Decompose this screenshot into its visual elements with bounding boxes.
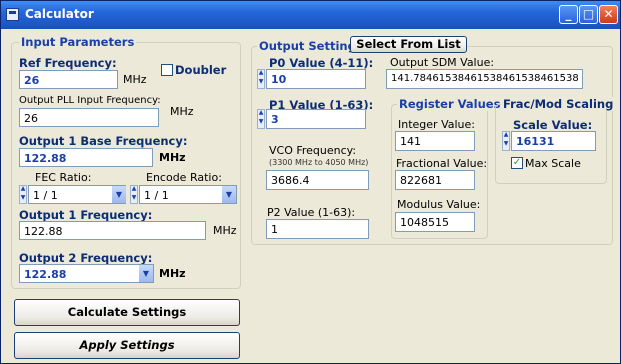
title-bar[interactable]: Calculator _ □ ✕ — [1, 1, 620, 29]
doubler-checkbox[interactable] — [161, 64, 173, 76]
ref-frequency-unit: MHz — [123, 73, 147, 86]
fractional-value: 822681 — [395, 170, 475, 190]
output-settings-title: Output Settings — [257, 39, 365, 53]
output1-frequency-label: Output 1 Frequency: — [19, 208, 153, 222]
select-from-list-button[interactable]: Select From List — [350, 36, 467, 53]
base-frequency-input[interactable]: 122.88 — [19, 148, 153, 167]
frac-mod-scaling-title: Frac/Mod Scaling — [501, 97, 616, 111]
calculate-settings-button[interactable]: Calculate Settings — [14, 299, 240, 326]
fec-ratio-dropdown-arrow[interactable]: ▼ — [111, 186, 126, 203]
modulus-value-label: Modulus Value: — [397, 198, 481, 211]
encode-ratio-label: Encode Ratio: — [146, 171, 222, 184]
scale-value-spinner[interactable]: ▲ ▼ — [502, 131, 510, 151]
register-values-title: Register Values — [397, 97, 503, 111]
fractional-value-label: Fractional Value: — [396, 157, 488, 170]
minimize-button[interactable]: _ — [559, 5, 578, 24]
ref-frequency-input[interactable]: 26 — [19, 70, 118, 89]
output1-frequency-unit: MHz — [213, 224, 237, 237]
scale-value-label: Scale Value: — [513, 118, 593, 132]
sdm-label: Output SDM Value: — [390, 56, 495, 69]
maximize-button[interactable]: □ — [579, 5, 598, 24]
output2-frequency-unit: MHz — [159, 267, 186, 280]
integer-value-label: Integer Value: — [398, 118, 475, 131]
calculator-window: Calculator _ □ ✕ Input Parameters Ref Fr… — [0, 0, 621, 364]
base-frequency-label: Output 1 Base Frequency: — [19, 134, 188, 148]
input-parameters-title: Input Parameters — [19, 35, 137, 49]
vco-range-label: (3300 MHz to 4050 MHz) — [269, 158, 369, 167]
base-frequency-unit: MHz — [159, 151, 186, 164]
vco-value: 3686.4 — [266, 170, 369, 190]
fec-ratio-spinner[interactable]: ▲ ▼ — [19, 185, 27, 204]
p0-spinner[interactable]: ▲ ▼ — [257, 69, 265, 89]
p1-spinner[interactable]: ▲ ▼ — [257, 109, 265, 129]
max-scale-checkbox[interactable]: ✓ — [511, 157, 523, 169]
encode-ratio-spinner[interactable]: ▲ ▼ — [130, 185, 138, 204]
window-title: Calculator — [25, 7, 94, 21]
sdm-value: 141.78461538461538461538461538 — [386, 69, 583, 89]
max-scale-label: Max Scale — [525, 157, 581, 170]
p2-value: 1 — [266, 219, 369, 239]
ref-frequency-label: Ref Frequency: — [19, 56, 117, 70]
vco-label: VCO Frequency: — [269, 144, 357, 157]
encode-ratio-dropdown-arrow[interactable]: ▼ — [221, 186, 236, 203]
doubler-label: Doubler — [175, 63, 227, 77]
modulus-value: 1048515 — [395, 212, 475, 232]
output2-frequency-label: Output 2 Frequency: — [19, 251, 153, 265]
output2-frequency-select[interactable]: 122.88 — [19, 264, 154, 283]
pll-input-label: Output PLL Input Frequency: — [19, 95, 161, 106]
apply-settings-button[interactable]: Apply Settings — [14, 332, 240, 359]
p1-input[interactable]: 3 — [266, 109, 366, 129]
app-icon — [6, 8, 19, 21]
output1-frequency-value: 122.88 — [19, 221, 206, 240]
pll-input-value: 26 — [19, 108, 159, 127]
pll-input-unit: MHz — [170, 105, 194, 118]
p0-input[interactable]: 10 — [266, 69, 366, 89]
integer-value: 141 — [395, 131, 475, 151]
output2-dropdown-arrow[interactable]: ▼ — [138, 265, 153, 282]
scale-value-input[interactable]: 16131 — [511, 131, 596, 151]
p2-label: P2 Value (1-63): — [267, 206, 356, 219]
close-button[interactable]: ✕ — [599, 5, 618, 24]
p0-label: P0 Value (4-11): — [269, 56, 374, 70]
fec-ratio-label: FEC Ratio: — [35, 171, 92, 184]
